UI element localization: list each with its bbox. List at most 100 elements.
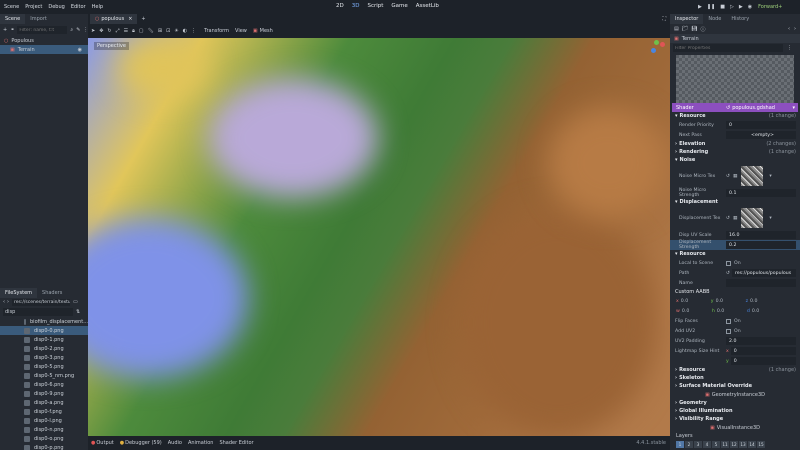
reset-icon[interactable]: ↺ xyxy=(726,105,730,111)
section-noise[interactable]: ▾ Noise xyxy=(670,156,800,164)
section-visibility-range[interactable]: › Visibility Range xyxy=(670,415,800,423)
aabb-w-field[interactable]: 0.0 xyxy=(682,309,712,314)
file-item[interactable]: biofilm_displacement... xyxy=(0,317,88,326)
tab-animation[interactable]: Animation xyxy=(188,440,214,446)
split-icon[interactable]: ▭ xyxy=(73,299,78,305)
lightmap-x-field[interactable]: 0 xyxy=(730,347,796,355)
tab-output[interactable]: Output xyxy=(96,440,113,446)
lightmap-y-field[interactable]: 0 xyxy=(730,357,796,365)
filesystem-path[interactable]: res://scenes/terrain/textur xyxy=(12,298,70,306)
file-item[interactable]: disp0-6.png xyxy=(0,380,88,389)
next-pass-field[interactable]: <empty> xyxy=(726,131,796,139)
scene-tab-populous[interactable]: ○ populous × xyxy=(90,14,138,24)
file-item[interactable]: disp0-p.png xyxy=(0,443,88,450)
tab-filesystem[interactable]: FileSystem xyxy=(0,287,38,298)
file-item[interactable]: disp0-f.png xyxy=(0,407,88,416)
view-menu[interactable]: View xyxy=(235,28,247,34)
aabb-y-field[interactable]: 0.0 xyxy=(716,299,746,304)
file-item[interactable]: disp0-l.png xyxy=(0,416,88,425)
stop-icon[interactable]: ■ xyxy=(720,4,725,10)
section-custom-aabb[interactable]: Custom AABB xyxy=(670,288,800,296)
tab-scene[interactable]: Scene xyxy=(0,14,26,24)
open-resource-icon[interactable]: 📁︎ xyxy=(682,26,688,32)
file-item[interactable]: disp0-5_nm.png xyxy=(0,371,88,380)
link-icon[interactable]: ⚭ xyxy=(10,27,14,33)
distraction-free-icon[interactable]: ⛶ xyxy=(662,16,666,22)
render-priority-field[interactable]: 0 xyxy=(726,121,796,129)
shader-file[interactable]: populous.gdshad xyxy=(732,105,792,111)
section-displacement[interactable]: ▾ Displacement xyxy=(670,198,800,206)
more-icon[interactable]: ⋮ xyxy=(191,28,196,34)
add-tab-icon[interactable]: + xyxy=(141,16,145,22)
section-resource[interactable]: ▾ Resource (1 change) xyxy=(670,112,800,120)
tab-import[interactable]: Import xyxy=(25,14,52,24)
file-item[interactable]: disp0-1.png xyxy=(0,335,88,344)
name-field[interactable] xyxy=(726,279,796,287)
back-icon[interactable]: ‹ xyxy=(3,299,5,305)
save-resource-icon[interactable]: 💾︎ xyxy=(691,26,697,32)
tree-item-terrain[interactable]: ▣ Terrain ◉ xyxy=(0,45,88,54)
movie-icon[interactable]: ◉ xyxy=(748,4,752,10)
gizmo-x-axis[interactable] xyxy=(660,42,665,47)
layer-toggle[interactable]: 4 xyxy=(703,441,711,448)
3d-viewport[interactable]: Perspective xyxy=(88,38,670,446)
file-item[interactable]: disp0-0.png xyxy=(0,326,88,335)
view-gizmo[interactable] xyxy=(648,40,668,60)
selectable-tool-icon[interactable]: ☰ xyxy=(124,28,128,34)
tab-debugger[interactable]: Debugger (59) xyxy=(125,440,162,446)
layer-toggle[interactable]: 14 xyxy=(748,441,756,448)
section-surface-material-override[interactable]: › Surface Material Override xyxy=(670,382,800,390)
tab-audio[interactable]: Audio xyxy=(168,440,182,446)
workspace-game[interactable]: Game xyxy=(391,3,407,9)
scene-filter-input[interactable] xyxy=(17,26,68,34)
rotate-tool-icon[interactable]: ↻ xyxy=(107,28,111,34)
play-icon[interactable]: ▶ xyxy=(698,4,702,10)
aabb-h-field[interactable]: 0.0 xyxy=(717,309,747,314)
transform-menu[interactable]: Transform xyxy=(204,28,229,34)
aabb-x-field[interactable]: 0.0 xyxy=(681,299,711,304)
layer-toggle[interactable]: 1 xyxy=(676,441,684,448)
local-space-icon[interactable]: ⊞ xyxy=(158,28,162,34)
flip-faces-checkbox[interactable] xyxy=(726,318,731,324)
menu-editor[interactable]: Editor xyxy=(71,4,86,10)
script-icon[interactable]: ✎ xyxy=(76,27,80,33)
snap-icon[interactable]: ⊡ xyxy=(166,28,170,34)
workspace-assetlib[interactable]: AssetLib xyxy=(416,3,439,9)
menu-debug[interactable]: Debug xyxy=(48,4,64,10)
reset-icon[interactable]: ↺ xyxy=(726,174,730,179)
add-uv2-checkbox[interactable] xyxy=(726,328,731,334)
path-field[interactable]: res://populous/populous xyxy=(731,269,796,277)
visibility-icon[interactable]: ◉ xyxy=(78,47,82,53)
inspector-filter-input[interactable] xyxy=(673,44,783,52)
file-item[interactable]: disp0-5.png xyxy=(0,362,88,371)
dropdown-icon[interactable]: ▾ xyxy=(769,216,771,221)
aabb-z-field[interactable]: 0.0 xyxy=(750,299,774,304)
history-forward-icon[interactable]: › xyxy=(794,26,796,32)
section-global-illumination[interactable]: › Global Illumination xyxy=(670,407,800,415)
gizmo-z-axis[interactable] xyxy=(651,48,656,53)
renderer-select[interactable]: Forward+ xyxy=(758,4,782,10)
displacement-strength-field[interactable]: 0.2 xyxy=(726,241,796,249)
layer-toggle[interactable]: 13 xyxy=(739,441,747,448)
preview-sun-icon[interactable]: ☀ xyxy=(174,28,178,34)
inspector-options-icon[interactable]: ⋮ xyxy=(787,45,792,51)
workspace-2d[interactable]: 2D xyxy=(336,3,344,9)
new-resource-icon[interactable]: ▤ xyxy=(674,26,679,32)
section-elevation[interactable]: › Elevation (2 changes) xyxy=(670,140,800,148)
section-resource-2[interactable]: ▾ Resource xyxy=(670,250,800,258)
file-item[interactable]: disp0-n.png xyxy=(0,425,88,434)
close-icon[interactable]: × xyxy=(128,16,132,22)
section-resource-3[interactable]: › Resource (1 change) xyxy=(670,366,800,374)
history-back-icon[interactable]: ‹ xyxy=(788,26,790,32)
local-to-scene-checkbox[interactable] xyxy=(726,260,731,266)
uv2-padding-field[interactable]: 2.0 xyxy=(726,337,796,345)
play-custom-icon[interactable]: ▶ xyxy=(739,4,743,10)
add-node-icon[interactable]: + xyxy=(3,27,7,33)
file-item[interactable]: disp0-3.png xyxy=(0,353,88,362)
move-tool-icon[interactable]: ✥ xyxy=(99,28,103,34)
menu-project[interactable]: Project xyxy=(25,4,42,10)
pause-icon[interactable]: ❚❚ xyxy=(707,4,715,10)
layer-toggle[interactable]: 5 xyxy=(712,441,720,448)
tab-node[interactable]: Node xyxy=(703,14,726,24)
search-icon[interactable]: ⌕ xyxy=(70,27,73,33)
